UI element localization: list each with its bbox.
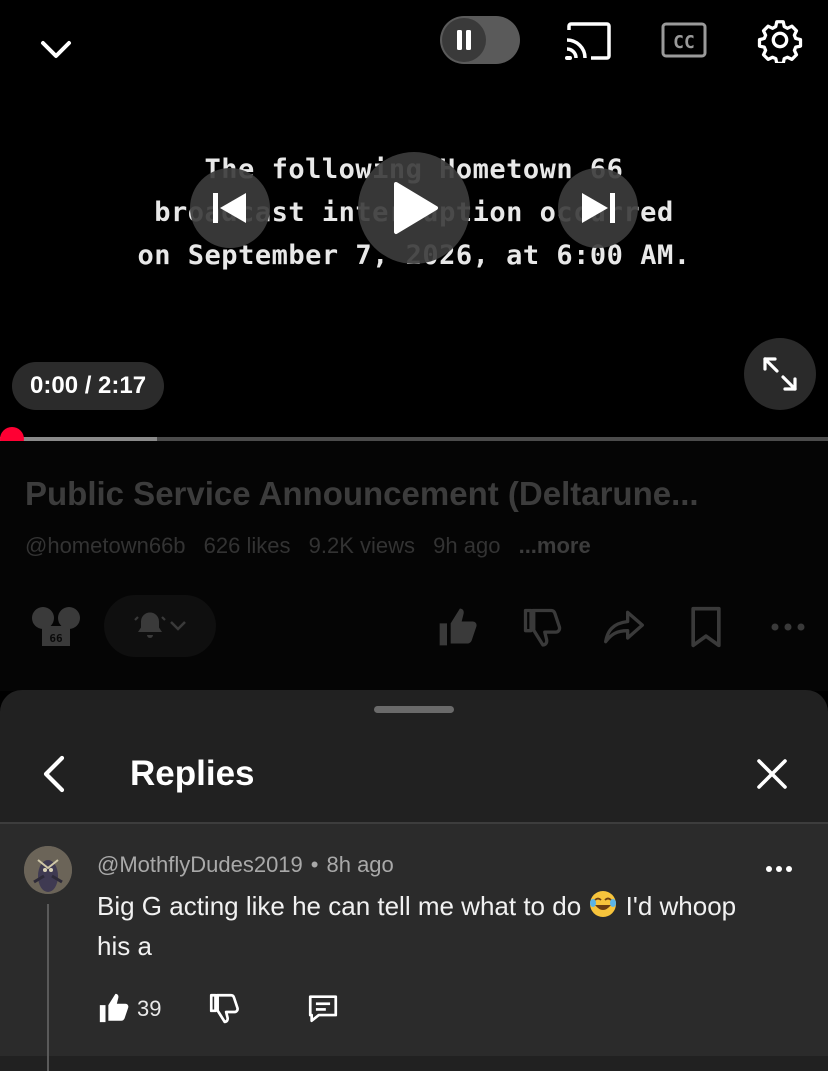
video-title[interactable]: Public Service Announcement (Deltarune..…: [25, 475, 699, 513]
share-icon[interactable]: [598, 601, 650, 653]
view-count: 9.2K views: [308, 533, 416, 558]
back-button[interactable]: [30, 750, 78, 798]
svg-text:66: 66: [49, 632, 63, 645]
bell-icon: [134, 612, 166, 638]
thread-line: [47, 904, 49, 1071]
comment-like-count: 39: [137, 996, 162, 1021]
more-options-icon[interactable]: [762, 601, 814, 653]
skip-previous-icon: [213, 193, 246, 223]
gear-icon[interactable]: [752, 14, 808, 66]
drag-handle[interactable]: [374, 706, 454, 713]
time-display[interactable]: 0:00 / 2:17: [12, 362, 165, 410]
like-count-text: 626 likes: [203, 533, 291, 558]
replies-sheet: Replies @MothflyDudes2019 • 8h ago Big G a…: [0, 690, 828, 1071]
reply-icon[interactable]: [302, 986, 344, 1030]
dislike-icon[interactable]: [516, 601, 568, 653]
channel-avatar-icon[interactable]: 66: [28, 603, 84, 649]
pause-icon: [442, 18, 486, 62]
comment-more-icon[interactable]: [758, 854, 800, 884]
comment-item: @MothflyDudes2019 • 8h ago Big G acting li…: [0, 824, 828, 1071]
cast-icon[interactable]: [560, 18, 616, 64]
svg-text:CC: CC: [673, 32, 695, 53]
skip-next-icon: [582, 193, 615, 223]
comment-actions: 39: [90, 986, 390, 1030]
video-player[interactable]: CC The following Hometown 66 broadcast i…: [0, 0, 828, 440]
previous-button[interactable]: [190, 168, 270, 248]
thumbs-down-icon[interactable]: [204, 986, 244, 1030]
video-info: Public Service Announcement (Deltarune..…: [0, 441, 828, 691]
avatar[interactable]: [24, 846, 72, 894]
upload-age: 9h ago: [433, 533, 501, 558]
close-icon: [757, 759, 787, 789]
comment-text-part: Big G acting like he can tell me what to…: [97, 891, 582, 921]
thumbs-up-icon[interactable]: [94, 986, 134, 1030]
action-bar: 66: [0, 591, 828, 661]
cc-icon[interactable]: CC: [660, 20, 708, 60]
comment-author[interactable]: @MothflyDudes2019: [97, 852, 303, 877]
chevron-down-icon: [170, 621, 186, 631]
bookmark-icon[interactable]: [680, 601, 732, 653]
subscription-bell-button[interactable]: [104, 595, 216, 657]
more-link[interactable]: ...more: [519, 533, 591, 558]
video-meta: @hometown66b 626 likes 9.2K views 9h ago…: [25, 533, 603, 559]
fullscreen-icon[interactable]: [744, 338, 816, 410]
sheet-title: Replies: [130, 754, 255, 793]
channel-handle[interactable]: @hometown66b: [25, 533, 186, 558]
comment-header: @MothflyDudes2019 • 8h ago: [97, 852, 394, 878]
autoplay-toggle[interactable]: [440, 16, 520, 64]
play-icon: [394, 182, 438, 234]
close-button[interactable]: [748, 750, 796, 798]
comment-text: Big G acting like he can tell me what to…: [97, 886, 757, 966]
play-button[interactable]: [358, 152, 470, 264]
like-icon[interactable]: [432, 601, 484, 653]
laughing-emoji: [588, 891, 625, 921]
chevron-down-icon[interactable]: [34, 30, 78, 70]
next-button[interactable]: [558, 168, 638, 248]
separator: •: [310, 852, 319, 877]
chevron-left-icon: [43, 755, 65, 793]
comment-time: 8h ago: [326, 852, 394, 877]
